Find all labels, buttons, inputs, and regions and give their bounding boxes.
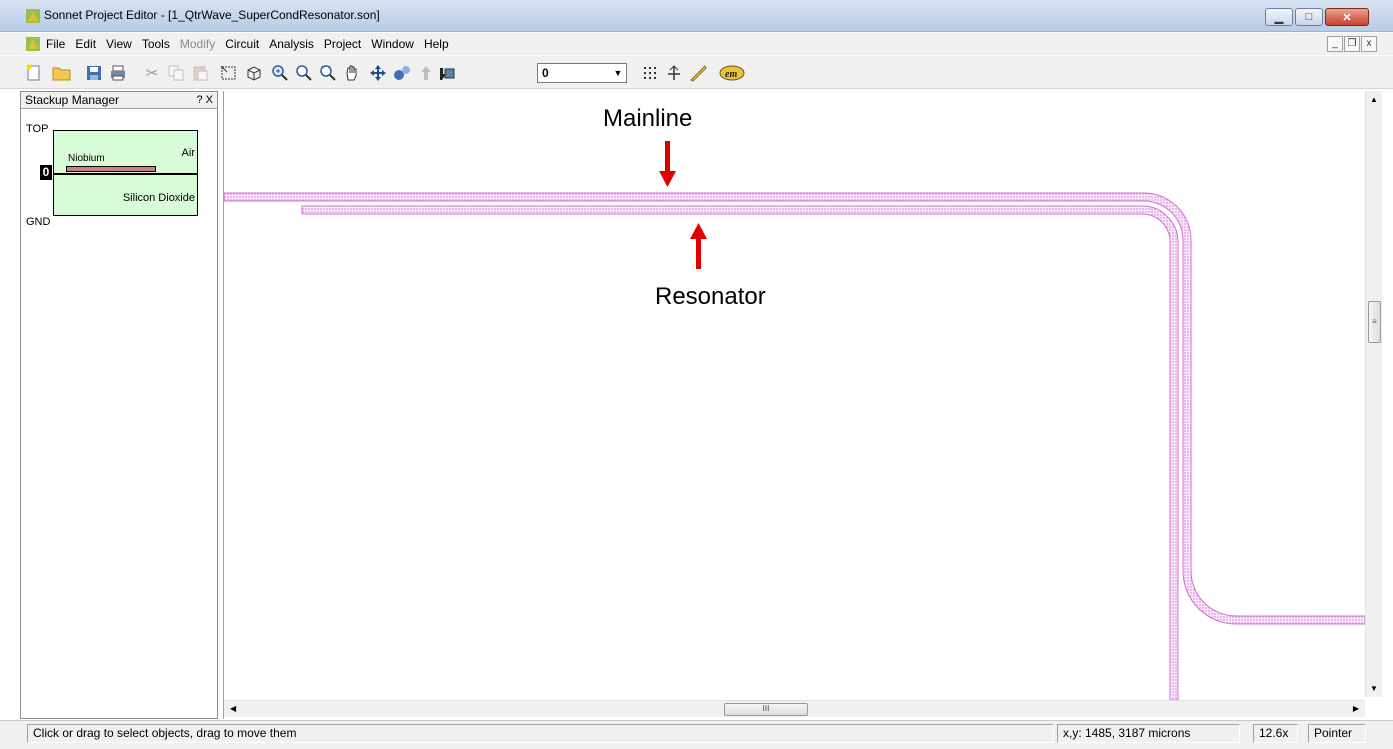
close-button[interactable]: ✕: [1325, 8, 1369, 26]
sonnet-app-icon: [26, 9, 40, 23]
vertical-thumb-grip: ≡: [1372, 317, 1377, 326]
menu-project[interactable]: Project: [324, 37, 361, 51]
status-bar: Click or drag to select objects, drag to…: [0, 720, 1393, 749]
down-level-icon[interactable]: [436, 63, 456, 83]
dielectric-air-label: Air: [181, 147, 195, 159]
metal-layer[interactable]: [66, 166, 156, 172]
horizontal-scrollbar[interactable]: ◀ III ▶: [224, 700, 1365, 717]
menu-file[interactable]: File: [46, 37, 65, 51]
zoom-area-icon[interactable]: [318, 63, 338, 83]
snap-icon[interactable]: [664, 63, 684, 83]
menu-view[interactable]: View: [106, 37, 132, 51]
scroll-up-icon[interactable]: ▲: [1370, 95, 1378, 104]
menu-analysis[interactable]: Analysis: [269, 37, 314, 51]
scroll-down-icon[interactable]: ▼: [1370, 684, 1378, 693]
save-icon[interactable]: [84, 63, 104, 83]
mdi-minimize-button[interactable]: _: [1327, 36, 1343, 52]
vertical-scroll-thumb[interactable]: ≡: [1368, 301, 1381, 343]
menu-tools[interactable]: Tools: [142, 37, 170, 51]
menu-circuit[interactable]: Circuit: [225, 37, 259, 51]
stackup-diagram[interactable]: Air Niobium Silicon Dioxide: [53, 130, 198, 216]
mainline-annotation: Mainline: [603, 105, 693, 132]
stackup-title: Stackup Manager: [25, 93, 120, 107]
maximize-button[interactable]: □: [1295, 8, 1323, 26]
stackup-level-marker[interactable]: 0: [40, 165, 52, 180]
stackup-header: Stackup Manager ? X: [21, 92, 217, 109]
status-coordinates: x,y: 1485, 3187 microns: [1057, 724, 1240, 743]
measure-icon[interactable]: [688, 63, 708, 83]
mainline-arrow: [659, 141, 676, 187]
status-mode: Pointer: [1308, 724, 1366, 743]
stackup-gnd-label: GND: [26, 216, 51, 228]
layout-drawing: [224, 141, 1365, 700]
menu-edit[interactable]: Edit: [75, 37, 96, 51]
level-select-value: 0: [542, 66, 549, 80]
stackup-manager-panel: Stackup Manager ? X TOP GND 0 Air Niobiu…: [20, 91, 218, 719]
menu-bar: File Edit View Tools Modify Circuit Anal…: [0, 33, 1393, 55]
zoom-out-icon[interactable]: [294, 63, 314, 83]
vertical-scrollbar[interactable]: ▲ ≡ ▼: [1365, 91, 1382, 697]
scroll-left-icon[interactable]: ◀: [230, 704, 236, 713]
em-icon[interactable]: em: [718, 63, 746, 83]
horizontal-scroll-thumb[interactable]: III: [724, 703, 808, 716]
menu-modify[interactable]: Modify: [180, 37, 215, 51]
toolbar: ✂ 0 ▼ em: [0, 56, 1393, 89]
print-icon[interactable]: [108, 63, 128, 83]
move-icon[interactable]: [368, 63, 388, 83]
resonator-trace[interactable]: [301, 205, 1179, 700]
title-bar: Sonnet Project Editor - [1_QtrWave_Super…: [0, 0, 1393, 32]
zoom-in-icon[interactable]: [270, 63, 290, 83]
window-title: Sonnet Project Editor - [1_QtrWave_Super…: [44, 8, 380, 22]
copy-icon[interactable]: [166, 63, 186, 83]
open-icon[interactable]: [52, 63, 72, 83]
up-level-icon[interactable]: [416, 63, 436, 83]
cut-icon[interactable]: ✂: [142, 63, 162, 83]
status-message: Click or drag to select objects, drag to…: [27, 724, 1054, 743]
resonator-arrow: [690, 223, 707, 269]
status-zoom: 12.6x: [1253, 724, 1298, 743]
resonator-annotation: Resonator: [655, 283, 766, 310]
circuit-canvas[interactable]: Mainline Resonator: [223, 91, 1393, 719]
mainline-trace[interactable]: [224, 192, 1365, 625]
view-3d-icon[interactable]: [244, 63, 264, 83]
menu-help[interactable]: Help: [424, 37, 449, 51]
mdi-close-button[interactable]: x: [1361, 36, 1377, 52]
select-icon[interactable]: [218, 63, 238, 83]
minimize-button[interactable]: ▁: [1265, 8, 1293, 26]
scroll-right-icon[interactable]: ▶: [1353, 704, 1359, 713]
stackup-header-controls[interactable]: ? X: [196, 92, 213, 108]
pan-icon[interactable]: [342, 63, 362, 83]
new-project-icon[interactable]: [24, 63, 44, 83]
chevron-down-icon[interactable]: ▼: [610, 64, 626, 82]
svg-text:em: em: [725, 69, 737, 80]
level-select[interactable]: 0 ▼: [537, 63, 627, 83]
grid-icon[interactable]: [640, 63, 660, 83]
mdi-restore-button[interactable]: ❐: [1344, 36, 1360, 52]
layer-boundary: [54, 173, 197, 175]
menu-window[interactable]: Window: [371, 37, 414, 51]
document-icon[interactable]: [26, 37, 40, 51]
metal-niobium-label: Niobium: [68, 153, 105, 164]
dielectric-sio2-label: Silicon Dioxide: [122, 192, 195, 204]
layer-icon[interactable]: [392, 63, 412, 83]
stackup-top-label: TOP: [26, 123, 49, 135]
paste-icon[interactable]: [190, 63, 210, 83]
